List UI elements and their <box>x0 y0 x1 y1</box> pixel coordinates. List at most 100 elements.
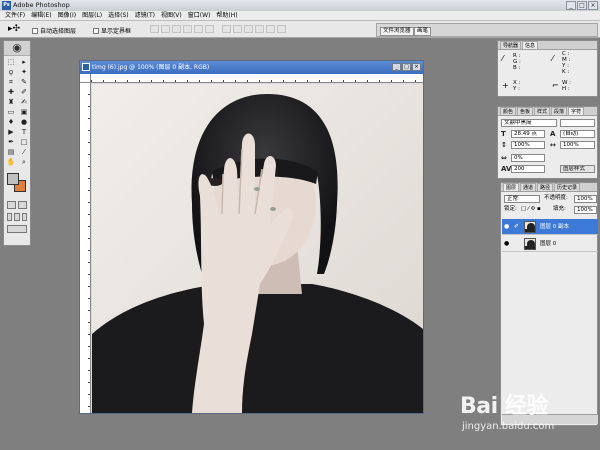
kerning-field[interactable]: 200 <box>511 165 545 173</box>
clone-stamp-tool-icon[interactable]: ♜ <box>5 98 17 107</box>
font-family-select[interactable]: 文鼎中黑简 <box>501 119 557 127</box>
foreground-color-swatch[interactable] <box>7 173 19 185</box>
move-tool-icon[interactable]: ▸✣ <box>8 24 24 35</box>
leading-field[interactable]: (自动) <box>560 130 595 138</box>
magic-wand-tool-icon[interactable]: ✦ <box>18 68 30 77</box>
full-screen-mode-button[interactable] <box>21 213 27 221</box>
vertical-ruler[interactable] <box>80 83 91 413</box>
align-middle-button[interactable] <box>161 25 170 33</box>
healing-brush-tool-icon[interactable]: ✚ <box>5 88 17 97</box>
file-browser-tab[interactable]: 文件浏览器 <box>380 27 414 36</box>
menu-edit[interactable]: 编辑(E) <box>28 11 54 20</box>
checkbox-box[interactable] <box>32 27 38 34</box>
checkbox-box[interactable] <box>93 27 99 34</box>
eye-icon[interactable]: ● <box>504 240 512 248</box>
font-size-field[interactable]: 28.49 点 <box>511 130 545 138</box>
path-selection-tool-icon[interactable]: ▶ <box>5 128 17 137</box>
menu-image[interactable]: 图像(I) <box>55 11 79 20</box>
tab-color[interactable]: 颜色 <box>500 107 517 115</box>
move-tool-icon[interactable]: ▸ <box>18 58 30 67</box>
crop-tool-icon[interactable]: ⌗ <box>5 78 17 87</box>
menu-view[interactable]: 视图(V) <box>158 11 185 20</box>
layer-row[interactable]: ● 图层 0 <box>502 236 598 252</box>
brushes-tab[interactable]: 画笔 <box>414 27 432 36</box>
tab-styles[interactable]: 样式 <box>534 107 551 115</box>
distribute-bottom-button[interactable] <box>244 25 253 33</box>
align-bottom-button[interactable] <box>172 25 181 33</box>
distribute-right-button[interactable] <box>277 25 286 33</box>
tab-paths[interactable]: 路径 <box>537 183 554 191</box>
tab-character[interactable]: 字符 <box>568 107 585 115</box>
jump-to-imageready-button[interactable] <box>7 225 27 233</box>
lasso-tool-icon[interactable]: ϙ <box>5 68 17 77</box>
horizontal-ruler[interactable] <box>91 74 423 83</box>
distribute-middle-button[interactable] <box>233 25 242 33</box>
character-panel: 颜色 色板 样式 段落 字符 文鼎中黑简 T 28.49 点 A (自动) ↕ … <box>497 106 598 179</box>
dodge-tool-icon[interactable]: ● <box>18 118 30 127</box>
auto-select-layer-checkbox[interactable]: 自动选择图层 <box>32 26 76 35</box>
hand-tool-icon[interactable]: ✋ <box>5 158 17 167</box>
blur-tool-icon[interactable]: ♦ <box>5 118 17 127</box>
brush-tool-icon[interactable]: ✐ <box>18 88 30 97</box>
image-canvas[interactable] <box>92 84 423 413</box>
distribute-top-button[interactable] <box>222 25 231 33</box>
eraser-tool-icon[interactable]: ▭ <box>5 108 17 117</box>
tab-swatches[interactable]: 色板 <box>517 107 534 115</box>
align-right-button[interactable] <box>205 25 214 33</box>
standard-screen-mode-button[interactable] <box>7 213 13 221</box>
tab-history[interactable]: 历史记录 <box>554 183 581 191</box>
menu-layer[interactable]: 图层(L) <box>79 11 105 20</box>
lock-icons[interactable]: □ ⁄ ✣ ▪ <box>521 206 541 213</box>
zoom-tool-icon[interactable]: ⌕ <box>18 158 30 167</box>
info-k: K : <box>562 69 570 75</box>
tab-paragraph[interactable]: 段落 <box>551 107 568 115</box>
menu-file[interactable]: 文件(F) <box>2 11 28 20</box>
pen-tool-icon[interactable]: ✒ <box>5 138 17 147</box>
eye-icon[interactable]: ● <box>504 223 512 231</box>
font-style-select[interactable] <box>560 119 595 127</box>
menu-help[interactable]: 帮助(H) <box>213 11 240 20</box>
menu-filter[interactable]: 滤镜(T) <box>132 11 158 20</box>
marquee-tool-icon[interactable]: ⬚ <box>5 58 17 67</box>
menu-select[interactable]: 选择(S) <box>105 11 132 20</box>
document-maximize-button[interactable]: □ <box>402 63 411 71</box>
tab-layers[interactable]: 图层 <box>503 183 520 191</box>
notes-tool-icon[interactable]: ▤ <box>5 148 17 157</box>
document-minimize-button[interactable]: _ <box>392 63 401 71</box>
toolbox: ◉ ⬚ ▸ ϙ ✦ ⌗ ✎ ✚ ✐ ♜ ✍ ▭ ▣ ♦ ● ▶ T ✒ □ ▤ … <box>3 40 31 246</box>
quick-mask-mode-button[interactable] <box>18 201 27 209</box>
distribute-left-button[interactable] <box>255 25 264 33</box>
layer-row[interactable]: ● ✐ 图层 0 副本 <box>502 219 598 235</box>
ruler-corner[interactable] <box>80 74 91 83</box>
photoshop-eye-icon[interactable]: ◉ <box>4 41 30 56</box>
fill-field[interactable]: 100% <box>574 206 597 214</box>
close-button[interactable]: × <box>588 1 598 10</box>
tracking-field[interactable]: 0% <box>511 154 545 162</box>
show-bounding-box-checkbox[interactable]: 显示定界框 <box>93 26 131 35</box>
document-title-bar[interactable]: timg (6).jpg @ 100% (图层 0 副本, RGB) _ □ × <box>80 61 423 74</box>
menu-window[interactable]: 窗口(W) <box>185 11 214 20</box>
horizontal-scale-field[interactable]: 100% <box>560 141 595 149</box>
full-screen-menu-mode-button[interactable] <box>14 213 20 221</box>
blend-mode-select[interactable]: 正常 <box>504 195 540 203</box>
type-tool-icon[interactable]: T <box>18 128 30 137</box>
eyedropper-tool-icon[interactable]: ⁄ <box>18 148 30 157</box>
slice-tool-icon[interactable]: ✎ <box>18 78 30 87</box>
align-left-button[interactable] <box>183 25 192 33</box>
distribute-center-button[interactable] <box>266 25 275 33</box>
anti-alias-select[interactable]: 图层样式 <box>560 165 595 173</box>
standard-mode-button[interactable] <box>7 201 16 209</box>
align-center-button[interactable] <box>194 25 203 33</box>
vertical-scale-field[interactable]: 100% <box>511 141 545 149</box>
align-top-button[interactable] <box>150 25 159 33</box>
document-close-button[interactable]: × <box>412 63 421 71</box>
opacity-field[interactable]: 100% <box>574 195 597 203</box>
tab-info[interactable]: 信息 <box>522 41 539 49</box>
tab-navigator[interactable]: 导航器 <box>500 41 522 49</box>
shape-tool-icon[interactable]: □ <box>18 138 30 147</box>
tab-channels[interactable]: 通道 <box>520 183 537 191</box>
maximize-button[interactable]: □ <box>577 1 587 10</box>
minimize-button[interactable]: _ <box>566 1 576 10</box>
history-brush-tool-icon[interactable]: ✍ <box>18 98 30 107</box>
gradient-tool-icon[interactable]: ▣ <box>18 108 30 117</box>
